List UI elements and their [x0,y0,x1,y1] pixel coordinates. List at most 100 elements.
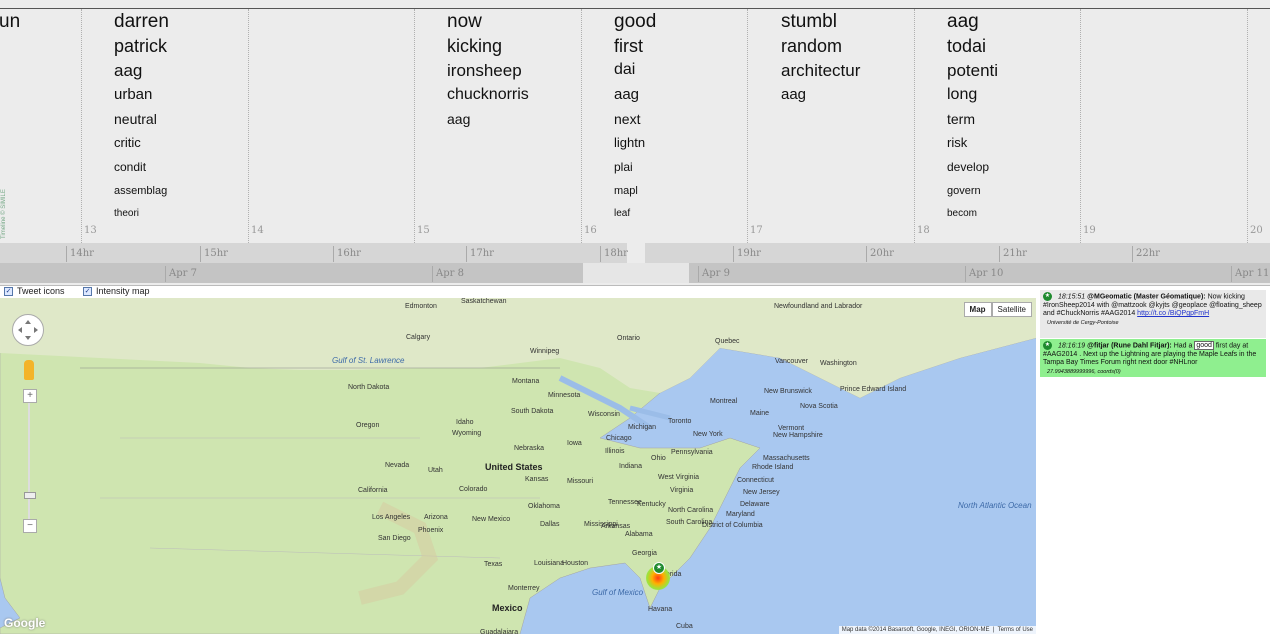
map-place-label: Colorado [459,486,488,493]
timeline-word[interactable]: lightn [614,135,645,150]
intensity-map-checkbox[interactable]: ✓ [83,286,92,296]
timeline-word[interactable]: assemblag [114,185,167,197]
timeline-word[interactable]: architectur [781,61,860,81]
timeline-word[interactable]: aag [781,86,806,103]
timeline-word[interactable]: becom [947,208,977,219]
hour-highlight [627,243,645,263]
map-place-label: Connecticut [737,477,774,484]
timeline-word[interactable]: risk [947,135,967,150]
timeline-word[interactable]: critic [114,135,141,150]
terms-of-use-link[interactable]: Terms of Use [998,627,1033,633]
map-place-label: Nova Scotia [800,403,838,410]
timeline-word[interactable]: term [947,111,975,127]
timeline-word[interactable]: next [614,111,640,127]
map-place-label: Minnesota [548,392,581,399]
day-gridline [1080,9,1081,243]
timeline-word[interactable]: dai [614,61,635,79]
zoom-slider-track[interactable] [28,398,30,523]
zoom-in-button[interactable]: + [23,389,37,403]
timeline-word[interactable]: leaf [614,208,630,219]
timeline-word[interactable]: condit [114,160,146,174]
timeline-word[interactable]: now [447,11,482,33]
map-place-label: California [358,487,388,494]
pan-arrows-icon [18,320,38,340]
map-place-label: North Dakota [348,384,390,391]
timeline-word[interactable]: long [947,86,977,104]
tweet-icons-checkbox[interactable]: ✓ [4,286,13,296]
day-gridline [248,9,249,243]
map-place-label: North Atlantic Ocean [958,501,1032,510]
pan-control[interactable] [12,314,44,346]
map-place-label: West Virginia [658,474,699,481]
timeline-word[interactable]: potenti [947,61,998,81]
map-view[interactable]: Edmonton Saskatchewan Newfoundland and Lab… [0,298,1036,634]
map-type-satellite-button[interactable]: Satellite [991,302,1032,317]
google-logo[interactable]: Google [4,616,45,630]
tweet-icons-toggle[interactable]: ✓ Tweet icons [4,286,65,296]
timeline-word[interactable]: aag [447,111,470,127]
hour-label: 22hr [1132,246,1160,262]
timeline-word[interactable]: ironsheep [447,61,522,81]
timeline-word[interactable]: stumbl [781,11,837,33]
map-place-label: Pennsylvania [671,449,713,456]
street-view-pegman-icon[interactable] [24,360,34,380]
timeline-word[interactable]: un [0,11,20,33]
timeline-word[interactable]: mapl [614,185,638,197]
map-place-label: Ontario [617,335,640,342]
day-number: 15 [417,225,430,236]
map-place-label: Newfoundland and Labrador [774,303,863,310]
map-place-label: Alabama [625,531,653,538]
tweet-user[interactable]: @fitjar (Rune Dahl Fitjar): [1087,342,1172,349]
map-place-label: Utah [428,467,443,474]
timeline-word[interactable]: todai [947,36,986,57]
map-data-credit: Map data ©2014 Basarsoft, Google, INEGI,… [841,627,990,633]
map-place-label: Wisconsin [588,411,620,418]
timeline-word[interactable]: theori [114,208,139,219]
timeline-word[interactable]: aag [614,86,639,103]
map-place-label: Monterrey [508,585,540,592]
map-place-label: Saskatchewan [461,298,507,305]
map-place-label: Mexico [492,603,523,613]
timeline-word[interactable]: urban [114,86,152,103]
map-place-label: Maryland [726,511,755,518]
hour-label: 18hr [600,246,628,262]
day-number: 19 [1083,225,1096,236]
map-place-label: Montreal [710,398,738,405]
intensity-map-toggle[interactable]: ✓ Intensity map [83,286,150,296]
tweet-marker-icon[interactable]: ★ [653,562,665,574]
timeline-word[interactable]: neutral [114,111,157,127]
hour-label: 21hr [999,246,1027,262]
timeline-word[interactable]: govern [947,185,981,197]
tweet-link[interactable]: http://t.co /BiQPgpFmH [1137,310,1209,317]
timeline-word[interactable]: aag [114,61,142,81]
timeline-word[interactable]: first [614,36,643,57]
tweet-item[interactable]: ★ 18:15:51 @MGeomatic (Master Géomatique… [1040,290,1266,338]
map-place-label: New York [693,431,723,438]
zoom-slider-handle[interactable] [24,492,36,499]
map-place-label: Winnipeg [530,348,560,355]
zoom-out-button[interactable]: − [23,519,37,533]
tweet-meta: 27.9943889999996, coords(0) [1047,368,1121,375]
map-place-label: Iowa [567,440,582,447]
timeline-word[interactable]: aag [947,11,979,33]
timeline-word[interactable]: develop [947,160,989,174]
tweet-text-pre: Had a [1173,342,1193,350]
tweet-item[interactable]: ★ 18:16:19 @fitjar (Rune Dahl Fitjar): H… [1040,339,1266,377]
map-place-label: Arizona [424,514,448,521]
tweet-user[interactable]: @MGeomatic (Master Géomatique): [1087,293,1205,300]
timeline-word[interactable]: darren [114,11,169,33]
map-place-label: Phoenix [418,527,444,534]
timeline-word[interactable]: kicking [447,36,502,57]
timeline-word[interactable]: plai [614,160,633,174]
map-type-map-button[interactable]: Map [963,302,992,317]
timeline-panel[interactable]: 13 14 15 16 17 18 19 20 un darren patrick aag urban… [0,9,1270,286]
timeline-word[interactable]: patrick [114,36,167,57]
map-place-label: Tennessee [608,499,642,506]
timeline-word[interactable]: good [614,11,656,33]
map-place-label: South Dakota [511,408,554,415]
map-place-label: Edmonton [405,303,437,310]
map-place-label: Texas [484,561,503,568]
day-gridline [81,9,82,243]
timeline-word[interactable]: random [781,36,842,57]
timeline-word[interactable]: chucknorris [447,86,529,104]
